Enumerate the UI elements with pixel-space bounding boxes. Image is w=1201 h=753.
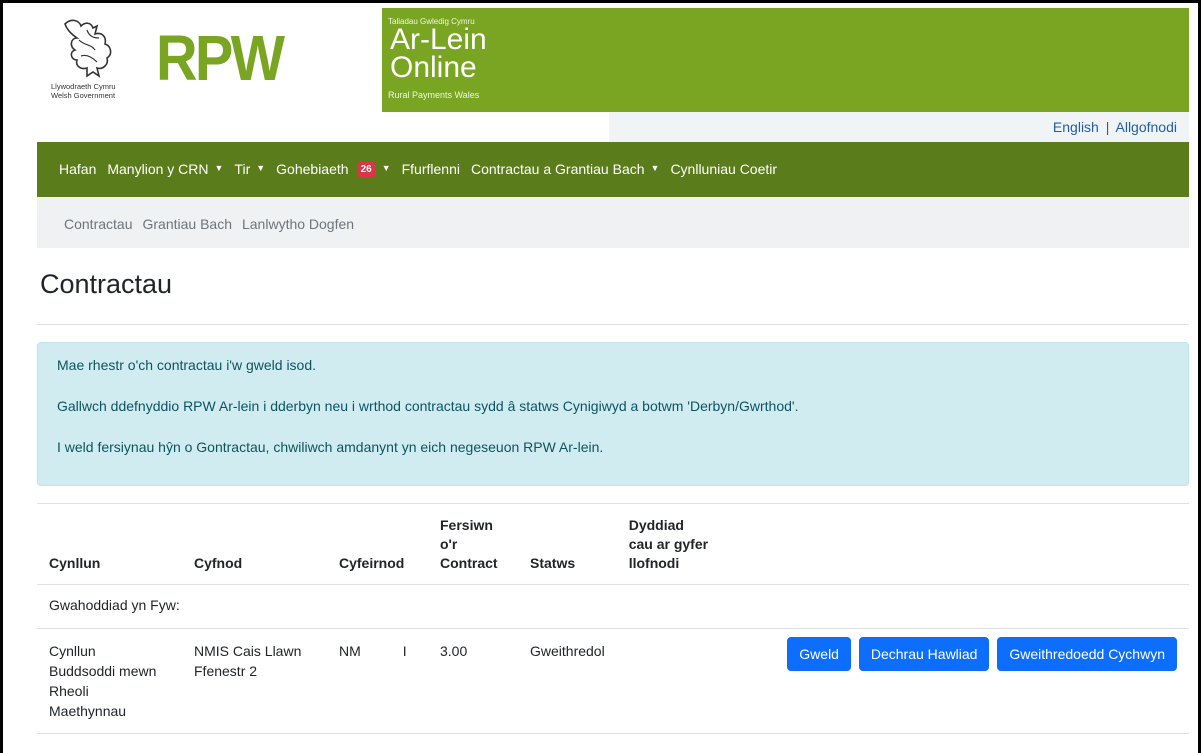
- rpw-logo[interactable]: RPW Taliadau Gwledig Cymru Ar-Lein Onlin…: [142, 8, 532, 112]
- cell-closing-date: [616, 628, 741, 734]
- nav-item-contracts-grants[interactable]: Contractau a Grantiau Bach ▼: [471, 161, 659, 177]
- page-title: Contractau: [40, 269, 173, 299]
- cell-text: Gweithredol: [530, 643, 605, 659]
- table-row: Cynllun Buddsoddi mewn Rheoli Maethynnau…: [37, 628, 1189, 734]
- cell-text: NMIS Cais Llawn: [194, 643, 302, 659]
- english-link[interactable]: English: [1053, 119, 1099, 135]
- info-line-1: Mae rhestr o'ch contractau i'w gweld iso…: [57, 357, 317, 373]
- info-alert: Mae rhestr o'ch contractau i'w gweld iso…: [37, 342, 1189, 486]
- nav-label: Manylion y CRN: [107, 161, 209, 177]
- nav-label: Cynlluniau Coetir: [670, 161, 778, 177]
- header-text: Cynllun: [49, 555, 101, 571]
- main-navigation: Hafan Manylion y CRN ▼ Tir ▼ Gohebiaeth 26 ▼…: [37, 142, 1189, 197]
- column-header-reference: Cyfeirnod: [327, 504, 428, 585]
- logout-link[interactable]: Allgofnodi: [1116, 119, 1178, 135]
- header-text: Dyddiad: [628, 517, 684, 533]
- cell-status: Gweithredol: [518, 628, 617, 734]
- header-text: cau ar gyfer: [628, 536, 709, 552]
- header-banner: Llywodraeth Cymru Welsh Government RPW T…: [37, 8, 1189, 112]
- cell-text: Ffenestr 2: [194, 663, 258, 679]
- caret-down-icon: ▼: [214, 163, 224, 173]
- table-group-row: Gwahoddiad yn Fyw:: [37, 584, 1189, 629]
- cell-text: I: [402, 643, 407, 659]
- unread-count-badge: 26: [356, 161, 376, 177]
- divider: [37, 324, 1189, 325]
- nav-label: Gohebiaeth: [276, 161, 349, 177]
- cell-reference: NM I: [327, 628, 428, 734]
- cell-text: 3.00: [440, 643, 468, 659]
- online-block: Taliadau Gwledig Cymru Ar-Lein Online Ru…: [382, 8, 532, 112]
- tagline-bottom: Rural Payments Wales: [388, 90, 480, 100]
- header-text: o'r: [440, 536, 458, 552]
- info-line-2: Gallwch ddefnyddio RPW Ar-lein i dderbyn…: [57, 398, 799, 414]
- cell-text: Cynllun: [49, 643, 96, 659]
- link-separator: |: [1105, 119, 1110, 135]
- gov-name-en: Welsh Government: [51, 91, 116, 100]
- top-link-bar: English | Allgofnodi: [37, 112, 1189, 142]
- online-text: Online: [390, 51, 477, 84]
- cell-text: NM: [339, 643, 361, 659]
- cell-text: Maethynnau: [49, 703, 127, 719]
- rpw-letters: RPW: [156, 22, 285, 94]
- column-header-scheme: Cynllun: [37, 504, 182, 585]
- header-text: Contract: [440, 555, 498, 571]
- subnav-item-upload-document[interactable]: Lanlwytho Dogfen: [242, 216, 354, 232]
- nav-label: Contractau a Grantiau Bach: [470, 161, 645, 177]
- subnav-item-small-grants[interactable]: Grantiau Bach: [142, 216, 232, 232]
- cell-period: NMIS Cais Llawn Ffenestr 2: [182, 628, 327, 734]
- group-label: Gwahoddiad yn Fyw:: [37, 584, 1189, 629]
- column-header-version: Fersiwn o'r Contract: [428, 504, 518, 585]
- table-header-row: Cynllun Cyfnod Cyfeirnod Fersiwn o'r Con…: [37, 504, 1189, 585]
- nav-label: Tir: [234, 161, 251, 177]
- header-text: Cyfnod: [194, 555, 243, 571]
- ar-lein-text: Ar-Lein: [390, 23, 487, 56]
- cell-text: Rheoli: [49, 683, 89, 699]
- cell-actions: Gweld Dechrau Hawliad Gweithredoedd Cych…: [740, 628, 1189, 734]
- welsh-government-logo[interactable]: Llywodraeth Cymru Welsh Government: [37, 8, 142, 112]
- nav-item-land[interactable]: Tir ▼: [234, 161, 265, 177]
- header-text: llofnodi: [628, 555, 680, 571]
- start-operations-button[interactable]: Gweithredoedd Cychwyn: [997, 637, 1177, 671]
- cell-scheme: Cynllun Buddsoddi mewn Rheoli Maethynnau: [37, 628, 182, 734]
- top-links: English | Allgofnodi: [1053, 119, 1177, 135]
- gov-name-cy: Llywodraeth Cymru: [51, 82, 116, 91]
- info-line-3: I weld fersiynau hŷn o Gontractau, chwil…: [57, 439, 604, 455]
- caret-down-icon: ▼: [381, 163, 391, 173]
- column-header-period: Cyfnod: [182, 504, 327, 585]
- nav-item-home[interactable]: Hafan: [59, 161, 96, 177]
- dragon-icon: [64, 19, 112, 78]
- subnav-item-contracts[interactable]: Contractau: [64, 216, 132, 232]
- column-header-actions: [740, 504, 1189, 585]
- header-text: Statws: [530, 555, 576, 571]
- gov-name: Llywodraeth Cymru Welsh Government: [51, 82, 116, 100]
- header-text: Fersiwn: [440, 517, 493, 533]
- nav-label: Hafan: [59, 161, 97, 177]
- page-frame: Llywodraeth Cymru Welsh Government RPW T…: [0, 0, 1201, 753]
- caret-down-icon: ▼: [256, 163, 266, 173]
- nav-item-crn-details[interactable]: Manylion y CRN ▼: [107, 161, 223, 177]
- nav-item-correspondence[interactable]: Gohebiaeth 26 ▼: [276, 161, 390, 177]
- contracts-table: Cynllun Cyfnod Cyfeirnod Fersiwn o'r Con…: [37, 504, 1189, 734]
- header-text: Cyfeirnod: [339, 555, 405, 571]
- nav-item-forms[interactable]: Ffurflenni: [402, 161, 460, 177]
- nav-label: Ffurflenni: [401, 161, 460, 177]
- nav-item-woodland-schemes[interactable]: Cynlluniau Coetir: [670, 161, 777, 177]
- cell-version: 3.00: [428, 628, 518, 734]
- caret-down-icon: ▼: [650, 163, 660, 173]
- view-button[interactable]: Gweld: [787, 637, 851, 671]
- start-claim-button[interactable]: Dechrau Hawliad: [858, 637, 990, 671]
- column-header-closing-date: Dyddiad cau ar gyfer llofnodi: [616, 504, 741, 585]
- sub-navigation: Contractau Grantiau Bach Lanlwytho Dogfe…: [37, 197, 1189, 248]
- column-header-status: Statws: [518, 504, 617, 585]
- cell-text: Buddsoddi mewn: [49, 663, 157, 679]
